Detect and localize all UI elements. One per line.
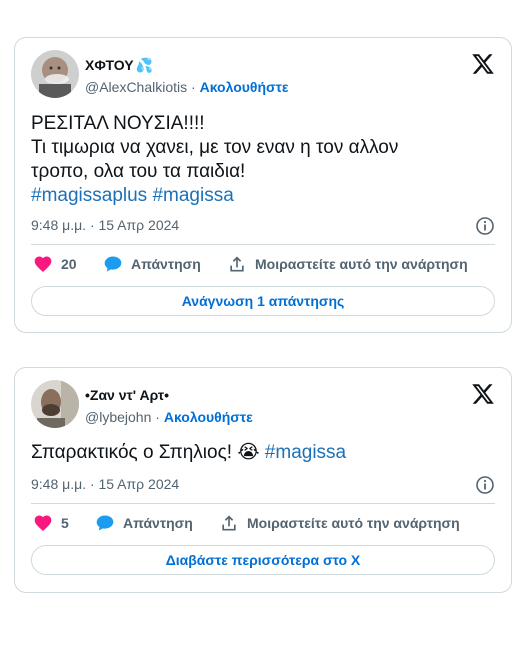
read-more-button[interactable]: Διαβάστε περισσότερα στο X xyxy=(31,545,495,575)
follow-link[interactable]: Ακολουθήστε xyxy=(164,409,253,425)
tweet-header: •Ζαν ντ' Αρτ• @lybejohn · Ακολουθήστε xyxy=(31,380,495,430)
share-label: Μοιραστείτε αυτό την ανάρτηση xyxy=(255,256,468,272)
read-replies-button[interactable]: Ανάγνωση 1 απάντησης xyxy=(31,286,495,316)
tweet-meta: 9:48 μ.μ. · 15 Απρ 2024 xyxy=(31,216,495,236)
info-icon[interactable] xyxy=(475,475,495,495)
heart-icon xyxy=(34,256,52,272)
like-button[interactable]: 20 xyxy=(33,254,77,274)
hashtag-link[interactable]: #magissa xyxy=(265,442,346,463)
heart-icon xyxy=(34,515,52,531)
crying-face-emoji: 😭 xyxy=(237,442,260,463)
info-icon[interactable] xyxy=(475,216,495,236)
display-name[interactable]: •Ζαν ντ' Αρτ• xyxy=(85,386,253,404)
divider xyxy=(31,244,495,245)
reply-bubble-icon xyxy=(96,515,114,531)
reply-label: Απάντηση xyxy=(131,256,201,272)
follow-link[interactable]: Ακολουθήστε xyxy=(200,79,289,95)
tweet-line: τροπο, ολα του τα παιδια! xyxy=(31,161,246,182)
reply-button[interactable]: Απάντηση xyxy=(103,254,201,274)
share-button[interactable]: Μοιραστείτε αυτό την ανάρτηση xyxy=(219,513,460,533)
tweet-line: Σπαρακτικός ο Σπηλιος! xyxy=(31,442,238,463)
x-logo-icon[interactable] xyxy=(471,52,495,76)
display-name[interactable]: ΧΦΤΟΥ 💦 xyxy=(85,56,289,74)
reply-label: Απάντηση xyxy=(123,515,193,531)
like-count: 20 xyxy=(61,256,77,272)
tweet-card: •Ζαν ντ' Αρτ• @lybejohn · Ακολουθήστε Σπ… xyxy=(14,367,512,593)
tweet-card: ΧΦΤΟΥ 💦 @AlexChalkiotis · Ακολουθήστε ΡΕ… xyxy=(14,37,512,333)
tweet-text: ΡΕΣΙΤΑΛ ΝΟΥΣΙΑ!!!! Τι τιμωρια να χανει, … xyxy=(31,112,493,208)
tweet-header: ΧΦΤΟΥ 💦 @AlexChalkiotis · Ακολουθήστε xyxy=(31,50,495,100)
avatar[interactable] xyxy=(31,50,79,98)
timestamp[interactable]: 9:48 μ.μ. · 15 Απρ 2024 xyxy=(31,476,179,492)
like-count: 5 xyxy=(61,515,69,531)
share-label: Μοιραστείτε αυτό την ανάρτηση xyxy=(247,515,460,531)
tweet-meta: 9:48 μ.μ. · 15 Απρ 2024 xyxy=(31,475,495,495)
like-button[interactable]: 5 xyxy=(33,513,69,533)
handle-row: @AlexChalkiotis · Ακολουθήστε xyxy=(85,78,289,96)
hashtag-link[interactable]: #magissa xyxy=(152,185,233,206)
action-bar: 20 Απάντηση Μοιραστείτε αυτό την ανάρτησ… xyxy=(31,254,495,278)
tweet-text: Σπαρακτικός ο Σπηλιος! 😭 #magissa xyxy=(31,441,493,465)
timestamp[interactable]: 9:48 μ.μ. · 15 Απρ 2024 xyxy=(31,217,179,233)
handle-row: @lybejohn · Ακολουθήστε xyxy=(85,408,253,426)
tweet-line: Τι τιμωρια να χανει, με τον εναν η τον α… xyxy=(31,137,399,158)
action-bar: 5 Απάντηση Μοιραστείτε αυτό την ανάρτηση xyxy=(31,513,495,537)
user-handle[interactable]: @AlexChalkiotis xyxy=(85,79,187,95)
avatar[interactable] xyxy=(31,380,79,428)
share-upload-icon xyxy=(230,256,244,272)
divider xyxy=(31,503,495,504)
sweat-droplets-emoji: 💦 xyxy=(135,57,154,73)
reply-button[interactable]: Απάντηση xyxy=(95,513,193,533)
x-logo-icon[interactable] xyxy=(471,382,495,406)
separator-dot: · xyxy=(151,409,164,425)
user-handle[interactable]: @lybejohn xyxy=(85,409,151,425)
share-button[interactable]: Μοιραστείτε αυτό την ανάρτηση xyxy=(227,254,468,274)
hashtag-link[interactable]: #magissaplus xyxy=(31,185,147,206)
share-upload-icon xyxy=(222,515,236,531)
reply-bubble-icon xyxy=(104,256,122,272)
separator-dot: · xyxy=(187,79,200,95)
tweet-line: ΡΕΣΙΤΑΛ ΝΟΥΣΙΑ!!!! xyxy=(31,113,205,134)
